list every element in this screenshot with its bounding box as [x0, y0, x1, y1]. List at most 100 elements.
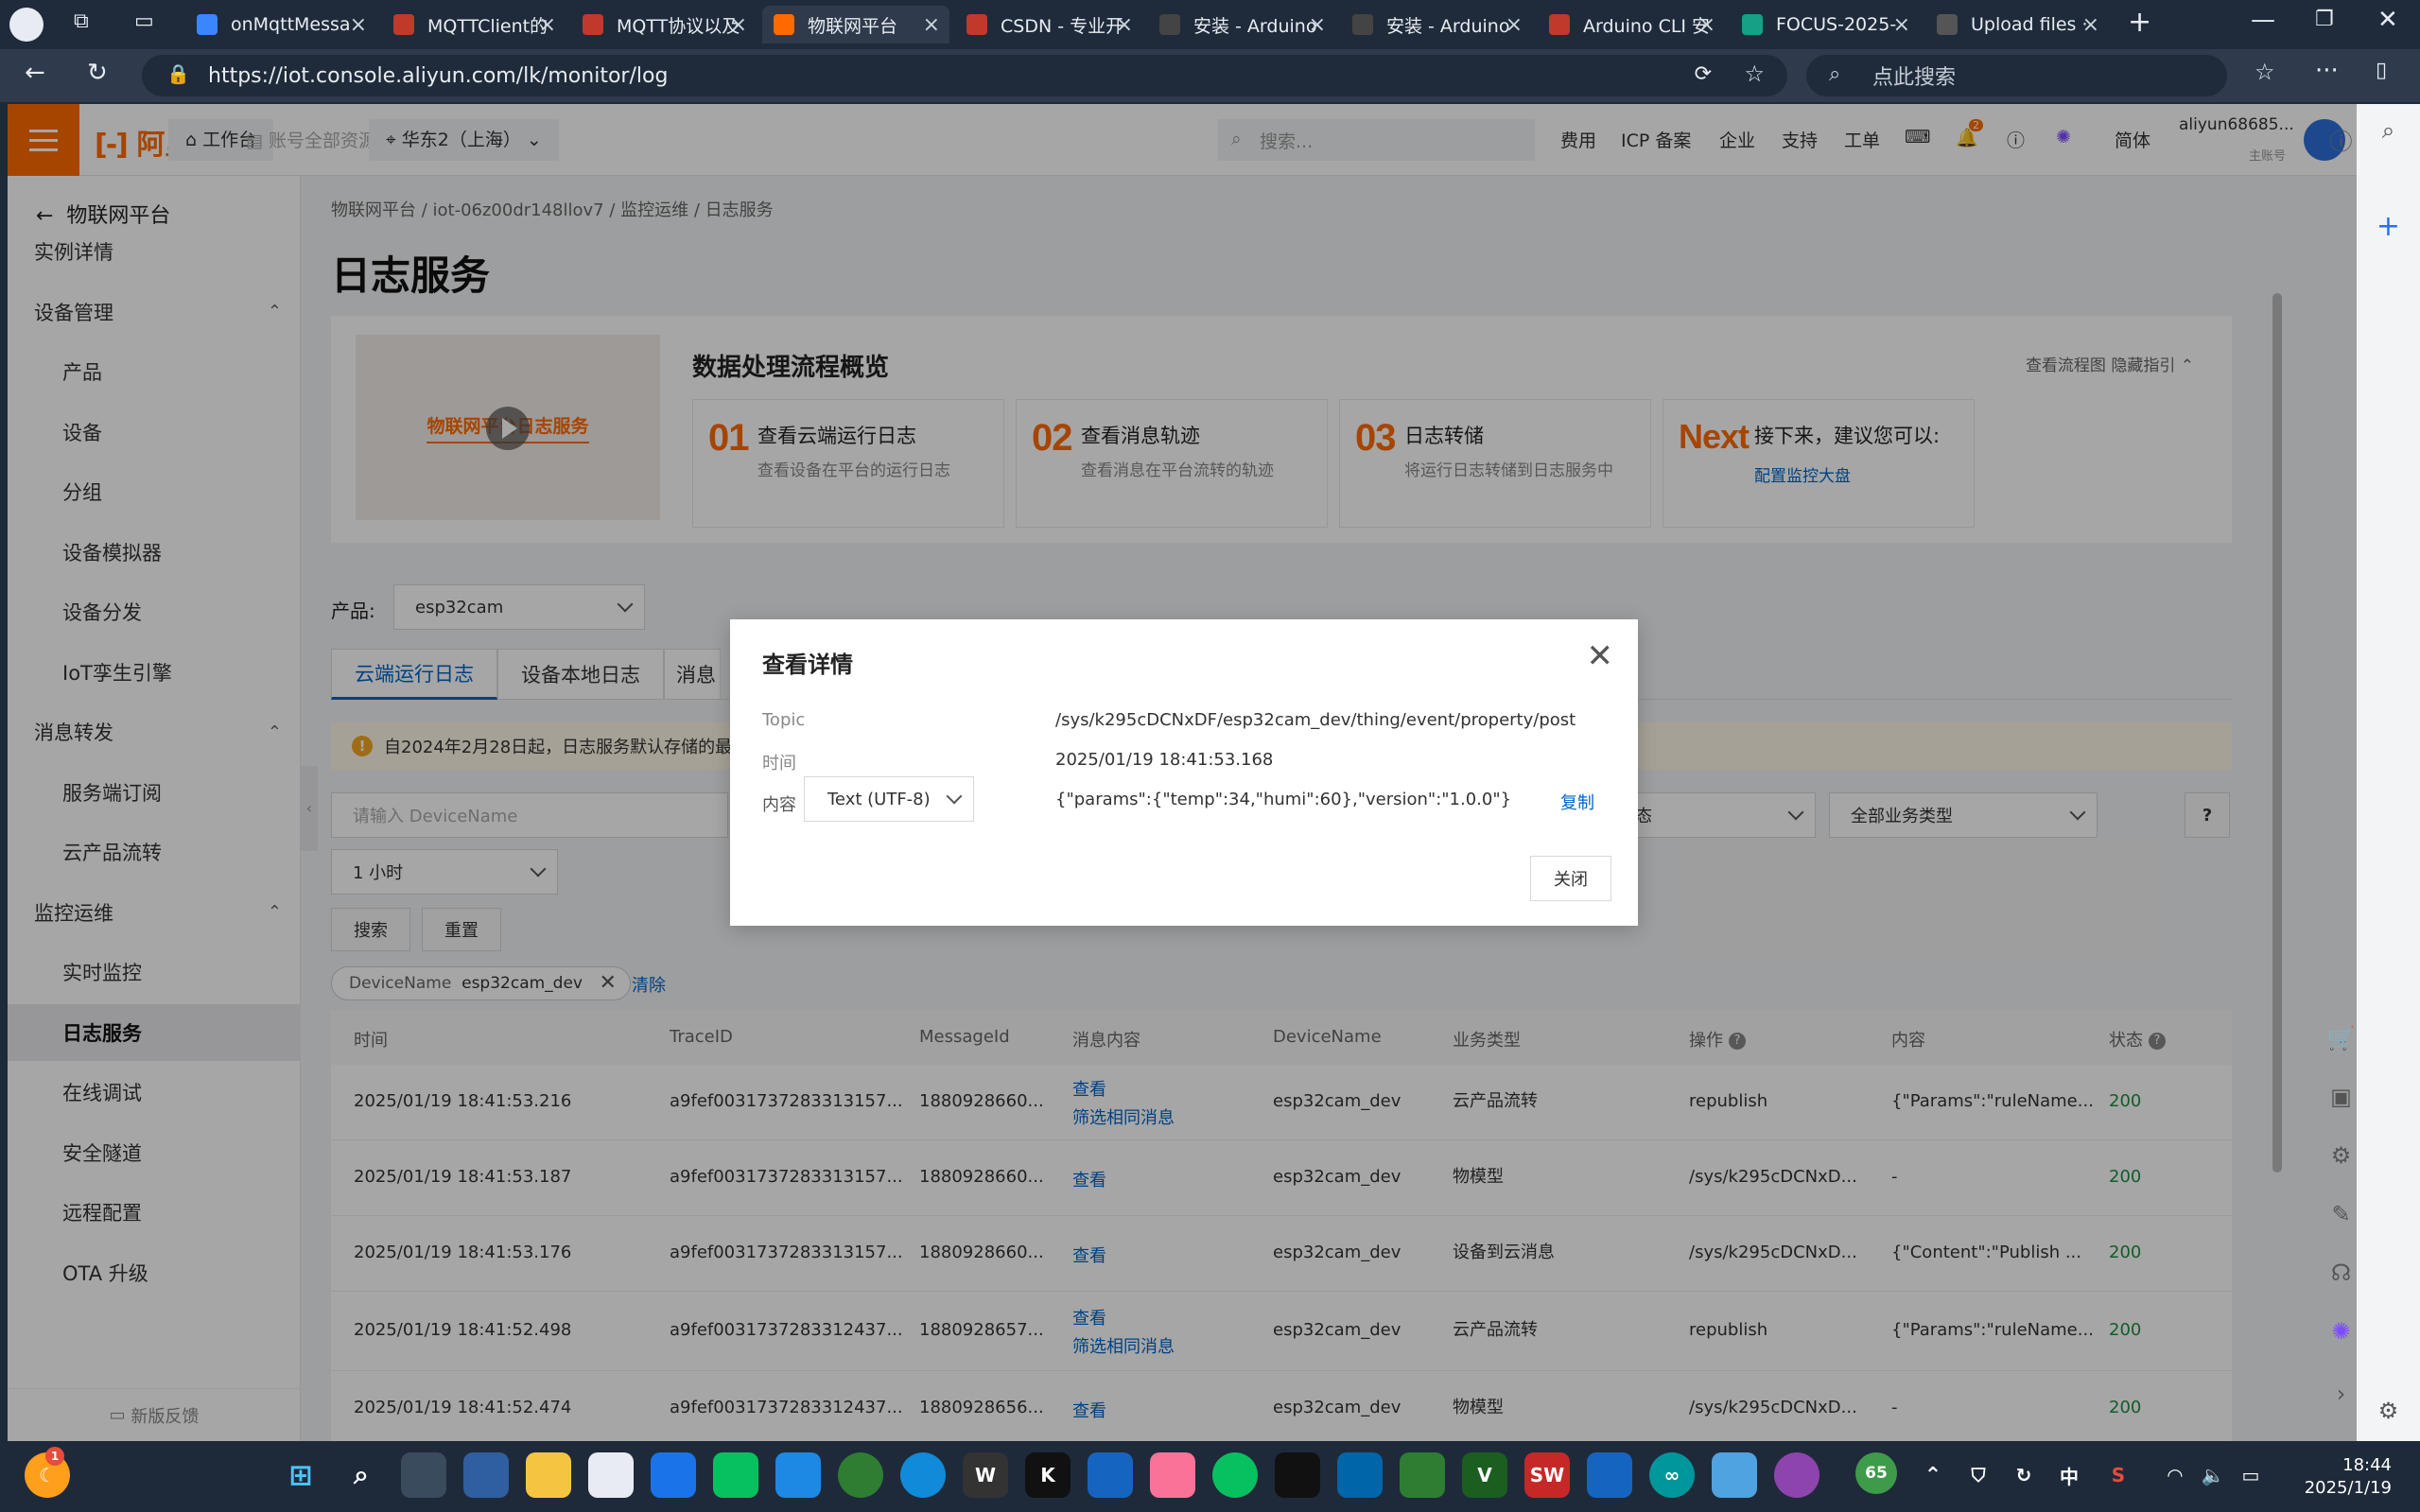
chip-icon[interactable]: ▣ [2309, 1084, 2373, 1110]
tab-favicon-icon [197, 14, 218, 35]
browser-tab[interactable]: FOCUS-2025- × [1731, 6, 1920, 43]
clock-date: 2025/1/19 [2304, 1478, 2392, 1498]
encoding-select[interactable]: Text (UTF-8) [804, 776, 974, 822]
browser-tab[interactable]: Arduino CLI 安 × [1538, 6, 1725, 43]
app-icon-11[interactable] [1774, 1452, 1819, 1498]
close-tab-icon[interactable]: × [1506, 13, 1523, 37]
start-icon[interactable]: ⊞ [278, 1452, 323, 1498]
tab-favicon-icon [393, 14, 414, 35]
help-icon[interactable]: ⓘ [2309, 123, 2373, 156]
settings-icon[interactable]: ⚙ [2309, 1142, 2373, 1169]
ime-indicator[interactable]: 中 [2046, 1452, 2092, 1498]
tab-title: MQTTClient的 [427, 15, 548, 37]
app-icon-4[interactable] [838, 1452, 883, 1498]
qq-icon[interactable] [1275, 1452, 1320, 1498]
close-tab-icon[interactable]: × [923, 13, 940, 37]
bilibili-icon[interactable] [1150, 1452, 1195, 1498]
close-tab-icon[interactable]: × [730, 13, 747, 37]
back-arrow-icon[interactable]: ← [25, 59, 45, 87]
widgets-icon[interactable]: ☾ 1 [25, 1447, 70, 1498]
app-icon-8[interactable] [1400, 1452, 1445, 1498]
tray-sync-icon[interactable]: ↻ [2001, 1452, 2046, 1498]
tray-app-icon[interactable]: S [2096, 1452, 2141, 1498]
store-icon[interactable] [588, 1452, 634, 1498]
browser-tab[interactable]: 安装 - Arduino × [1341, 6, 1532, 43]
edit-icon[interactable]: ✎ [2309, 1201, 2373, 1227]
cart-icon[interactable]: 🛒 [2309, 1025, 2373, 1051]
ai-icon[interactable]: ✺ [2309, 1318, 2373, 1345]
close-tab-icon[interactable]: × [1698, 13, 1715, 37]
battery-icon[interactable]: ▭ [2228, 1452, 2273, 1498]
new-tab-button[interactable]: + [2128, 6, 2151, 39]
favorites-icon[interactable]: ☆ [2255, 59, 2275, 85]
reader-icon[interactable]: ⟳ [1695, 62, 1712, 86]
browser-tab[interactable]: 物联网平台 × [762, 6, 949, 43]
tray-chevron-icon[interactable]: ⌃ [1910, 1452, 1956, 1498]
time-value: 2025/01/19 18:41:53.168 [1055, 750, 1274, 770]
browser-tab[interactable]: Upload files · × [1925, 6, 2109, 43]
profile-avatar[interactable] [9, 8, 44, 42]
app-icon-3[interactable] [775, 1452, 821, 1498]
web-page: [-] 阿里云 ⌂ 工作台 ▤ 账号全部资源 ⌄ ⌖ 华东2（上海） ⌄ ⌕ 搜… [8, 104, 2357, 1441]
browser-search-placeholder: 点此搜索 [1872, 66, 1957, 90]
refresh-icon[interactable]: ↻ [87, 59, 108, 87]
search-icon[interactable]: ⌕ [339, 1452, 384, 1498]
close-tab-icon[interactable]: × [350, 13, 367, 37]
task-view-icon[interactable] [401, 1452, 446, 1498]
close-button[interactable]: 关闭 [1530, 856, 1611, 901]
app-icon-9[interactable]: V [1462, 1452, 1507, 1498]
tab-title: Arduino CLI 安 [1583, 15, 1711, 37]
close-tab-icon[interactable]: × [2082, 13, 2099, 37]
browser-tab-bar: ⧉ ▭ onMqttMessa × MQTTClient的 × MQTT协议以及 × 物联网… [0, 0, 2420, 49]
tab-favicon-icon [1549, 14, 1570, 35]
app-icon-1[interactable] [463, 1452, 509, 1498]
tab-favicon-icon [1352, 14, 1373, 35]
close-icon[interactable]: ✕ [1587, 640, 1614, 672]
browser-tab[interactable]: onMqttMessa × [185, 6, 376, 43]
vscode-icon[interactable] [1337, 1452, 1383, 1498]
browser-tab[interactable]: MQTT协议以及 × [571, 6, 757, 43]
minimize-button[interactable]: — [2251, 6, 2275, 34]
browser-search-box[interactable]: ⌕ 点此搜索 [1806, 55, 2227, 96]
widget-badge: 1 [45, 1447, 64, 1466]
detail-dialog: 查看详情 ✕ Topic /sys/k295cDCNxDF/esp32cam_d… [730, 619, 1638, 926]
app-icon-6[interactable]: K [1025, 1452, 1071, 1498]
app-icon-10[interactable] [1587, 1452, 1632, 1498]
tab-actions-icon[interactable]: ▭ [134, 9, 154, 33]
notepad-icon[interactable] [1712, 1452, 1757, 1498]
browser-tab[interactable]: CSDN - 专业开 × [955, 6, 1142, 43]
wechat-icon[interactable] [1212, 1452, 1258, 1498]
solidworks-icon[interactable]: SW [1524, 1452, 1570, 1498]
tab-favicon-icon [774, 14, 794, 35]
edge-browser-icon[interactable] [900, 1452, 946, 1498]
arduino-icon[interactable]: ∞ [1649, 1452, 1695, 1498]
temperature-badge[interactable]: 65 [1855, 1452, 1897, 1494]
browser-tab[interactable]: MQTTClient的 × [382, 6, 566, 43]
browser-tab[interactable]: 安装 - Arduino × [1148, 6, 1335, 43]
restore-button[interactable]: ❐ [2315, 8, 2334, 31]
close-tab-icon[interactable]: × [1116, 13, 1133, 37]
system-clock[interactable]: 18:44 2025/1/19 [2305, 1454, 2392, 1500]
tab-favicon-icon [1159, 14, 1180, 35]
tab-favicon-icon [1742, 14, 1763, 35]
tray-shield-icon[interactable]: ⛉ [1956, 1452, 2001, 1498]
close-tab-icon[interactable]: × [539, 13, 556, 37]
support-icon[interactable]: ☊ [2309, 1260, 2373, 1286]
close-tab-icon[interactable]: × [1309, 13, 1326, 37]
file-explorer-icon[interactable] [526, 1452, 571, 1498]
app-icon-2[interactable] [713, 1452, 758, 1498]
close-tab-icon[interactable]: × [1893, 13, 1910, 37]
app-icon-5[interactable]: W [963, 1452, 1008, 1498]
copy-link[interactable]: 复制 [1560, 790, 1594, 814]
sidebar-toggle-icon[interactable]: ▯ [2376, 59, 2387, 82]
url-text: https://iot.console.aliyun.com/lk/monito… [208, 63, 669, 88]
edge-ai-icon[interactable] [651, 1452, 696, 1498]
close-window-button[interactable]: ✕ [2377, 6, 2398, 34]
workspaces-icon[interactable]: ⧉ [74, 9, 89, 33]
add-icon[interactable]: + [2357, 210, 2420, 243]
app-icon-7[interactable] [1088, 1452, 1133, 1498]
more-menu-icon[interactable]: ··· [2315, 57, 2339, 85]
url-input[interactable]: 🔒 https://iot.console.aliyun.com/lk/moni… [142, 55, 1787, 96]
favorite-star-icon[interactable]: ☆ [1744, 61, 1765, 87]
gear-icon[interactable]: ⚙ [2357, 1398, 2420, 1424]
